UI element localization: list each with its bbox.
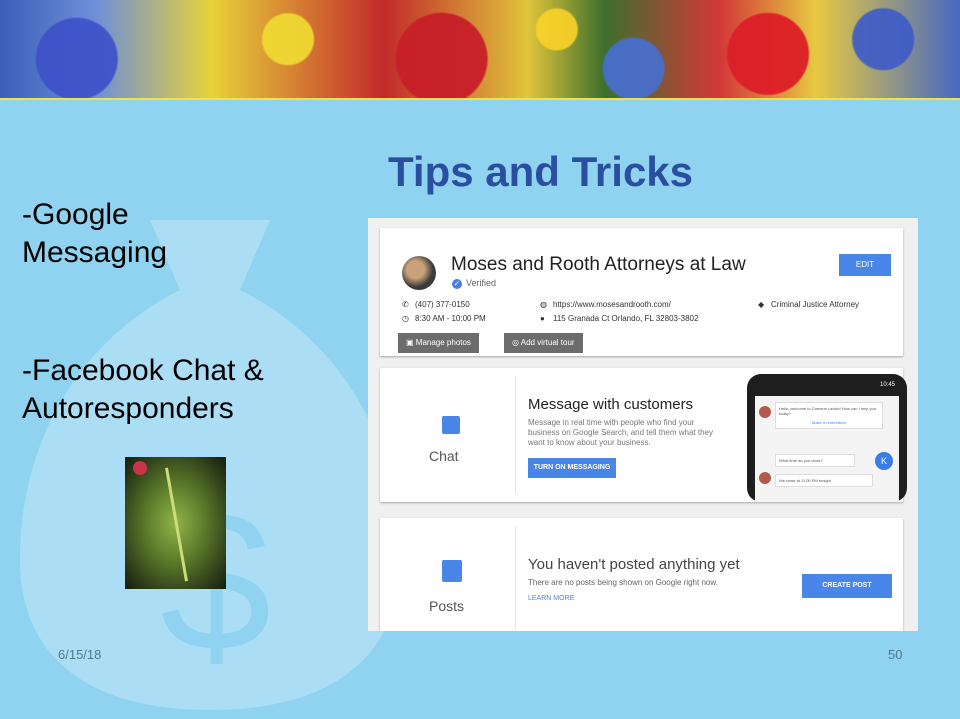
- add-virtual-tour-label: Add virtual tour: [520, 338, 575, 347]
- phone-mockup: 10:45 Hello, welcome to Carmine Lavalo! …: [747, 374, 907, 502]
- messaging-card: Chat Message with customers Message in r…: [380, 368, 907, 502]
- phone-info: ✆ (407) 377-0150: [402, 300, 470, 309]
- turn-on-messaging-button[interactable]: TURN ON MESSAGING: [528, 458, 616, 478]
- messaging-title: Message with customers: [528, 396, 694, 413]
- slide: $ Tips and Tricks -Google Messaging -Fac…: [0, 0, 960, 719]
- hours-text: 8:30 AM - 10:00 PM: [415, 314, 486, 323]
- learn-more-link[interactable]: LEARN MORE: [528, 595, 574, 602]
- category-info: ◆ Criminal Justice Attorney: [758, 300, 859, 309]
- chat-avatar: [759, 406, 771, 418]
- posts-empty-description: There are no posts being shown on Google…: [528, 578, 718, 587]
- phone-icon: ✆: [402, 300, 409, 309]
- website-link[interactable]: https://www.mosesandrooth.com/: [553, 300, 671, 309]
- make-reservation-link[interactable]: Make a reservation: [779, 420, 879, 425]
- chat-avatar-2: [759, 472, 771, 484]
- posts-icon: [442, 560, 462, 582]
- banner-divider: [0, 98, 960, 100]
- bullet-google: -Google: [22, 198, 129, 231]
- virtual-tour-icon: ◎: [512, 338, 521, 347]
- user-avatar-k: K: [875, 452, 893, 470]
- business-name: Moses and Rooth Attorneys at Law: [451, 254, 746, 275]
- phone-screen: Hello, welcome to Carmine Lavalo! How ca…: [755, 396, 899, 502]
- bullet-messaging: Messaging: [22, 236, 168, 269]
- phone-status-time: 10:45: [879, 382, 895, 388]
- website-info: ◍ https://www.mosesandrooth.com/: [540, 300, 671, 309]
- posts-card: Posts You haven't posted anything yet Th…: [380, 518, 903, 631]
- bullet-autoresponders: Autoresponders: [22, 392, 234, 425]
- messaging-description: Message in real time with people who fin…: [528, 418, 713, 447]
- globe-icon: ◍: [540, 300, 547, 309]
- clock-icon: ◷: [402, 314, 409, 323]
- slide-title: Tips and Tricks: [388, 148, 694, 195]
- category-text: Criminal Justice Attorney: [771, 300, 860, 309]
- create-post-button[interactable]: CREATE POST: [802, 574, 892, 598]
- slide-date: 6/15/18: [58, 647, 102, 662]
- chat-bubble-question: What time do you close?: [775, 454, 855, 467]
- hours-info: ◷ 8:30 AM - 10:00 PM: [402, 314, 486, 323]
- chat-tile-label: Chat: [429, 448, 459, 464]
- fern-stem: [165, 467, 188, 582]
- chat-store-icon: [442, 416, 460, 434]
- verified-check-icon: ✓: [452, 279, 462, 289]
- address-text: 115 Granada Ct Orlando, FL 32803-3802: [553, 314, 699, 323]
- posts-empty-title: You haven't posted anything yet: [528, 556, 740, 573]
- edit-button[interactable]: EDIT: [839, 254, 891, 276]
- add-virtual-tour-button[interactable]: ◎ Add virtual tour: [504, 333, 583, 353]
- business-avatar: [402, 256, 436, 290]
- address-info: ● 115 Granada Ct Orlando, FL 32803-3802: [540, 314, 698, 323]
- fern-flower: [133, 461, 147, 475]
- verified-badge: ✓ Verified: [452, 278, 496, 289]
- chat-bubble-welcome: Hello, welcome to Carmine Lavalo! How ca…: [775, 402, 883, 429]
- flower-banner-overlay: [0, 0, 960, 98]
- card-separator: [515, 376, 516, 494]
- manage-photos-label: Manage photos: [415, 338, 471, 347]
- manage-photos-button[interactable]: ▣ Manage photos: [398, 333, 479, 353]
- slide-number: 50: [888, 647, 903, 662]
- bullet-facebook-chat: -Facebook Chat &: [22, 354, 264, 387]
- location-pin-icon: ●: [540, 314, 545, 323]
- fern-photo: [125, 457, 226, 589]
- chat-bubble-welcome-text: Hello, welcome to Carmine Lavalo! How ca…: [779, 406, 876, 416]
- chat-bubble-reply: We close at 11:00 PM tonight: [775, 474, 873, 487]
- business-info-card: Moses and Rooth Attorneys at Law ✓ Verifi…: [380, 228, 903, 356]
- posts-tile-label: Posts: [429, 598, 465, 614]
- phone-number: (407) 377-0150: [415, 300, 470, 309]
- google-my-business-screenshot: Moses and Rooth Attorneys at Law ✓ Verifi…: [368, 218, 918, 631]
- card-separator-2: [515, 526, 516, 630]
- verified-label: Verified: [466, 278, 497, 288]
- camera-icon: ▣: [406, 338, 416, 347]
- tag-icon: ◆: [758, 300, 765, 309]
